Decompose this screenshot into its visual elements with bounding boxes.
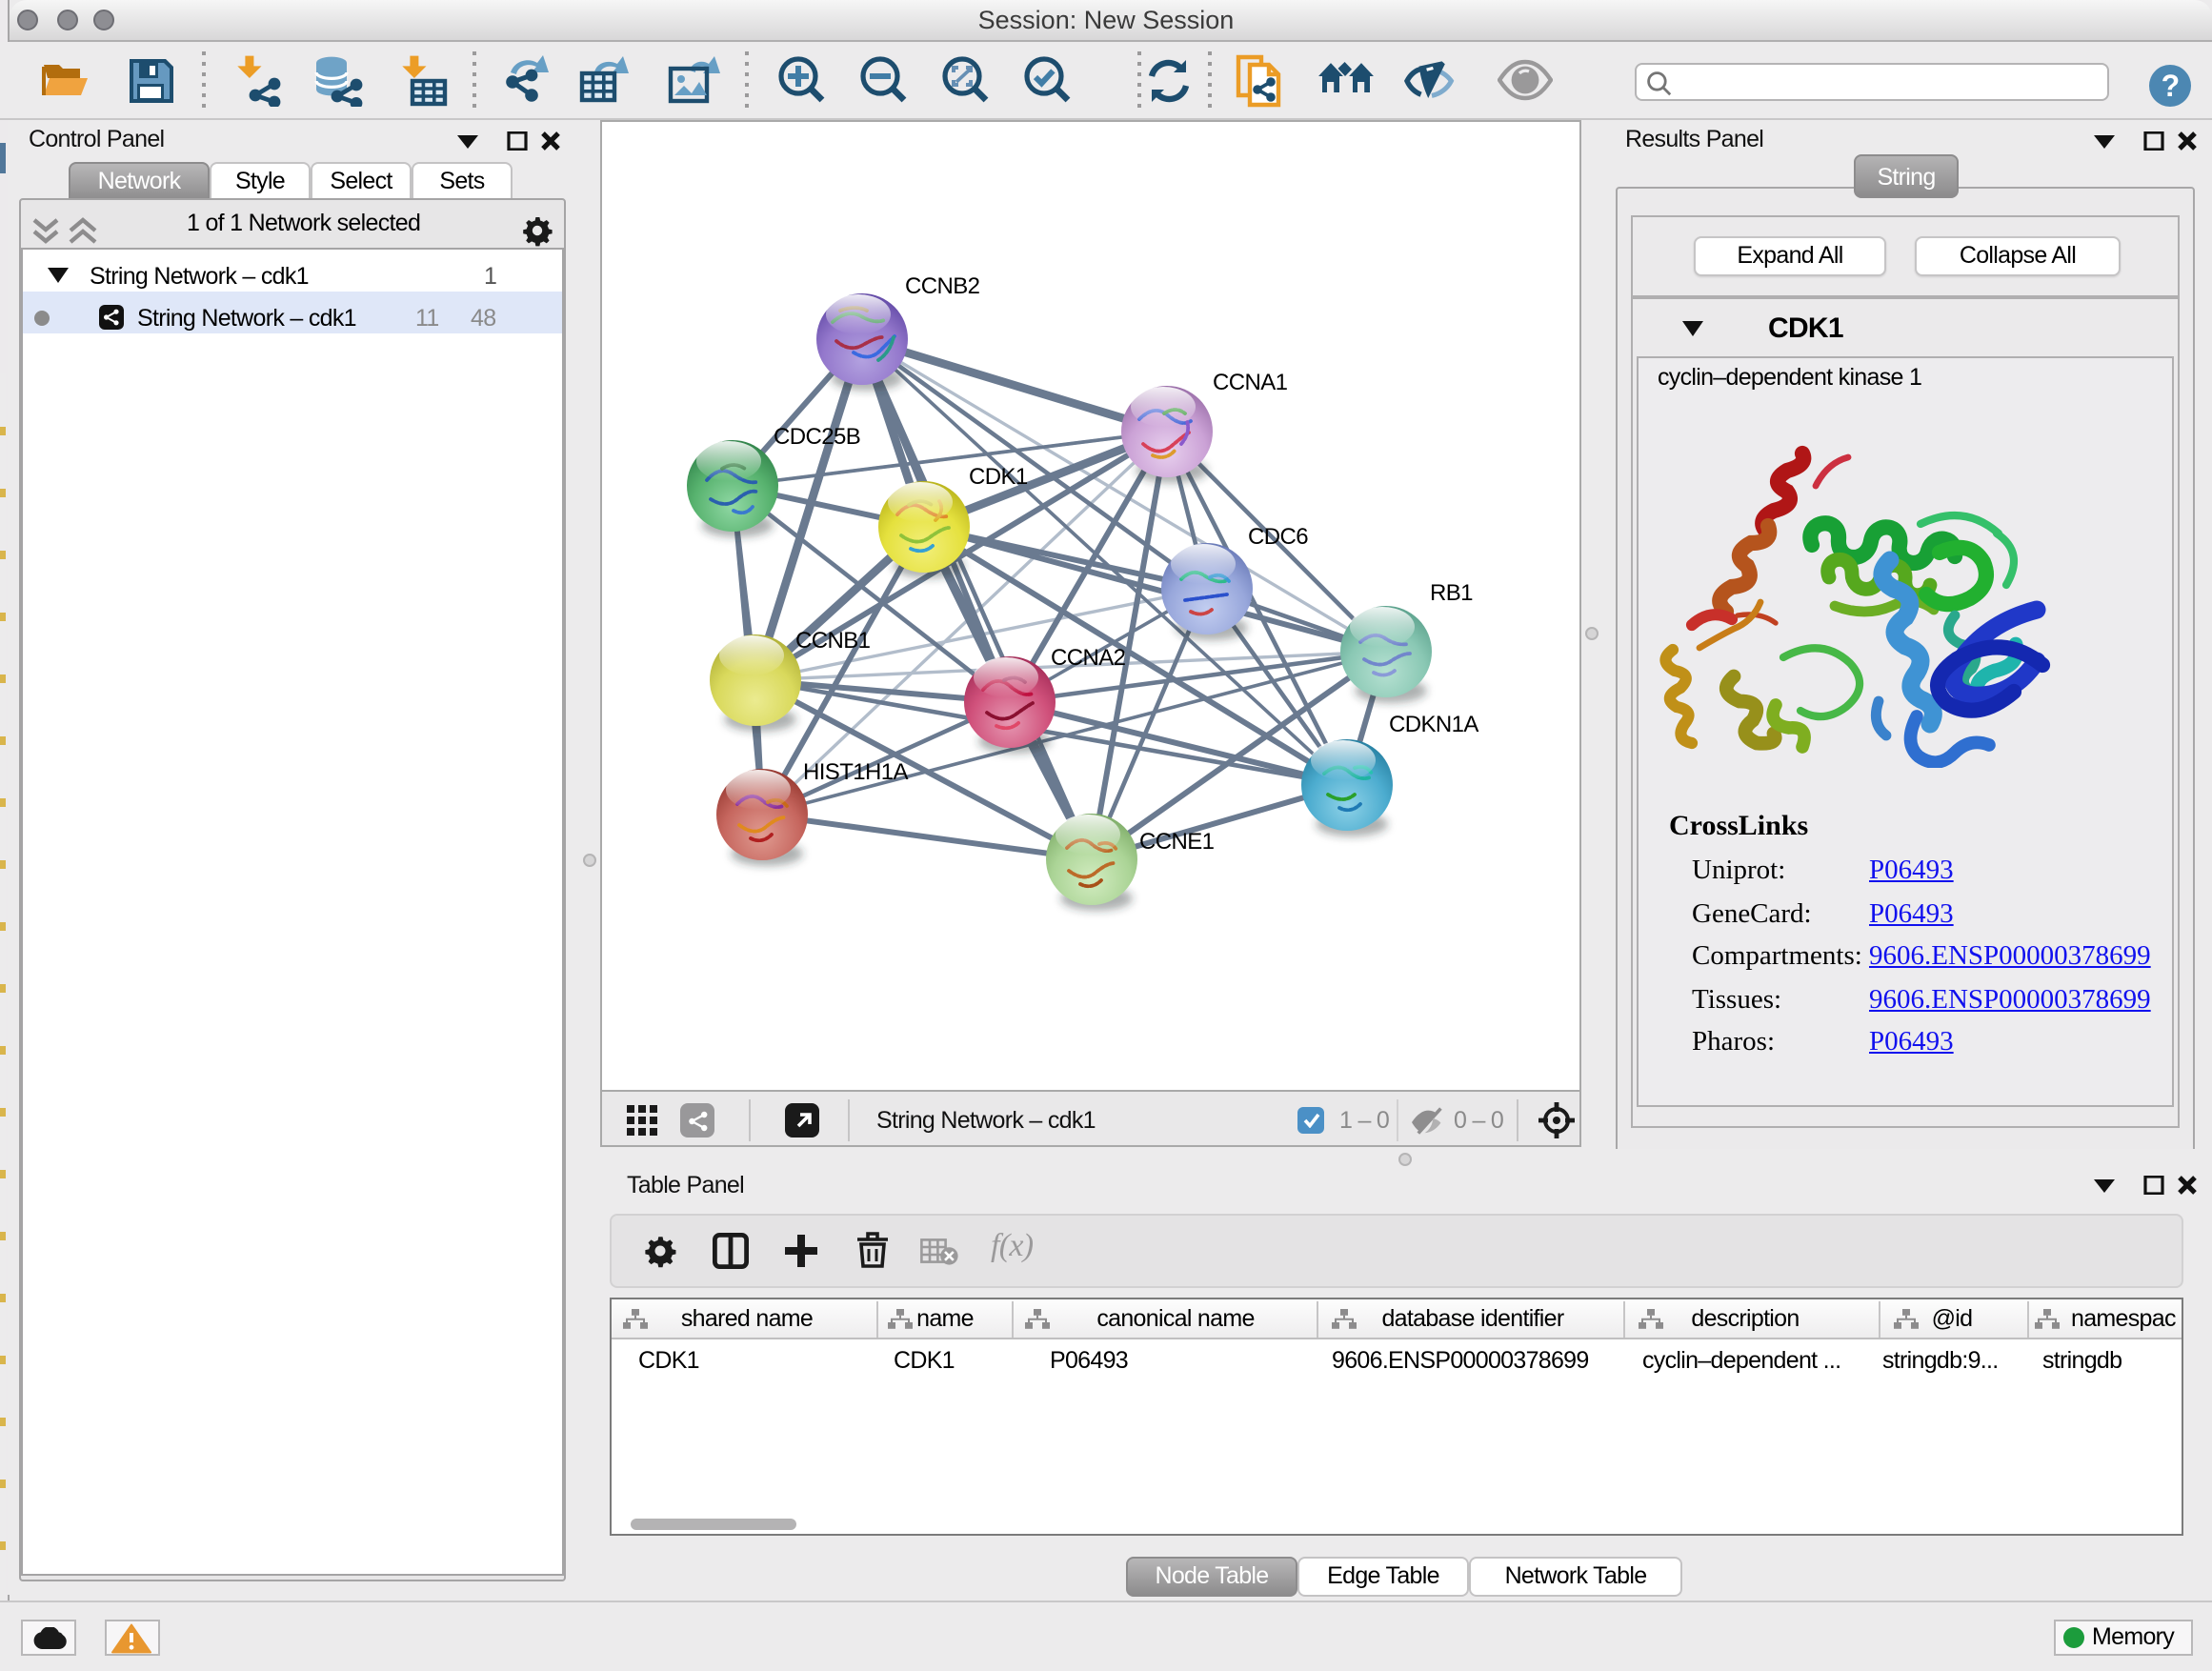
svg-text:HIST1H1A: HIST1H1A xyxy=(803,759,908,785)
svg-text:?: ? xyxy=(2162,68,2180,102)
svg-text:CCNA2: CCNA2 xyxy=(1051,645,1126,671)
svg-text:CDC25B: CDC25B xyxy=(774,424,860,450)
svg-text:CDC6: CDC6 xyxy=(1248,524,1308,550)
svg-text:CCNB2: CCNB2 xyxy=(905,273,980,299)
svg-text:CCNE1: CCNE1 xyxy=(1139,829,1215,855)
svg-text:CDKN1A: CDKN1A xyxy=(1389,712,1478,737)
svg-text:CCNA1: CCNA1 xyxy=(1213,370,1288,395)
svg-text:RB1: RB1 xyxy=(1430,580,1473,606)
svg-text:CDK1: CDK1 xyxy=(969,464,1028,490)
svg-text:CCNB1: CCNB1 xyxy=(795,628,871,654)
